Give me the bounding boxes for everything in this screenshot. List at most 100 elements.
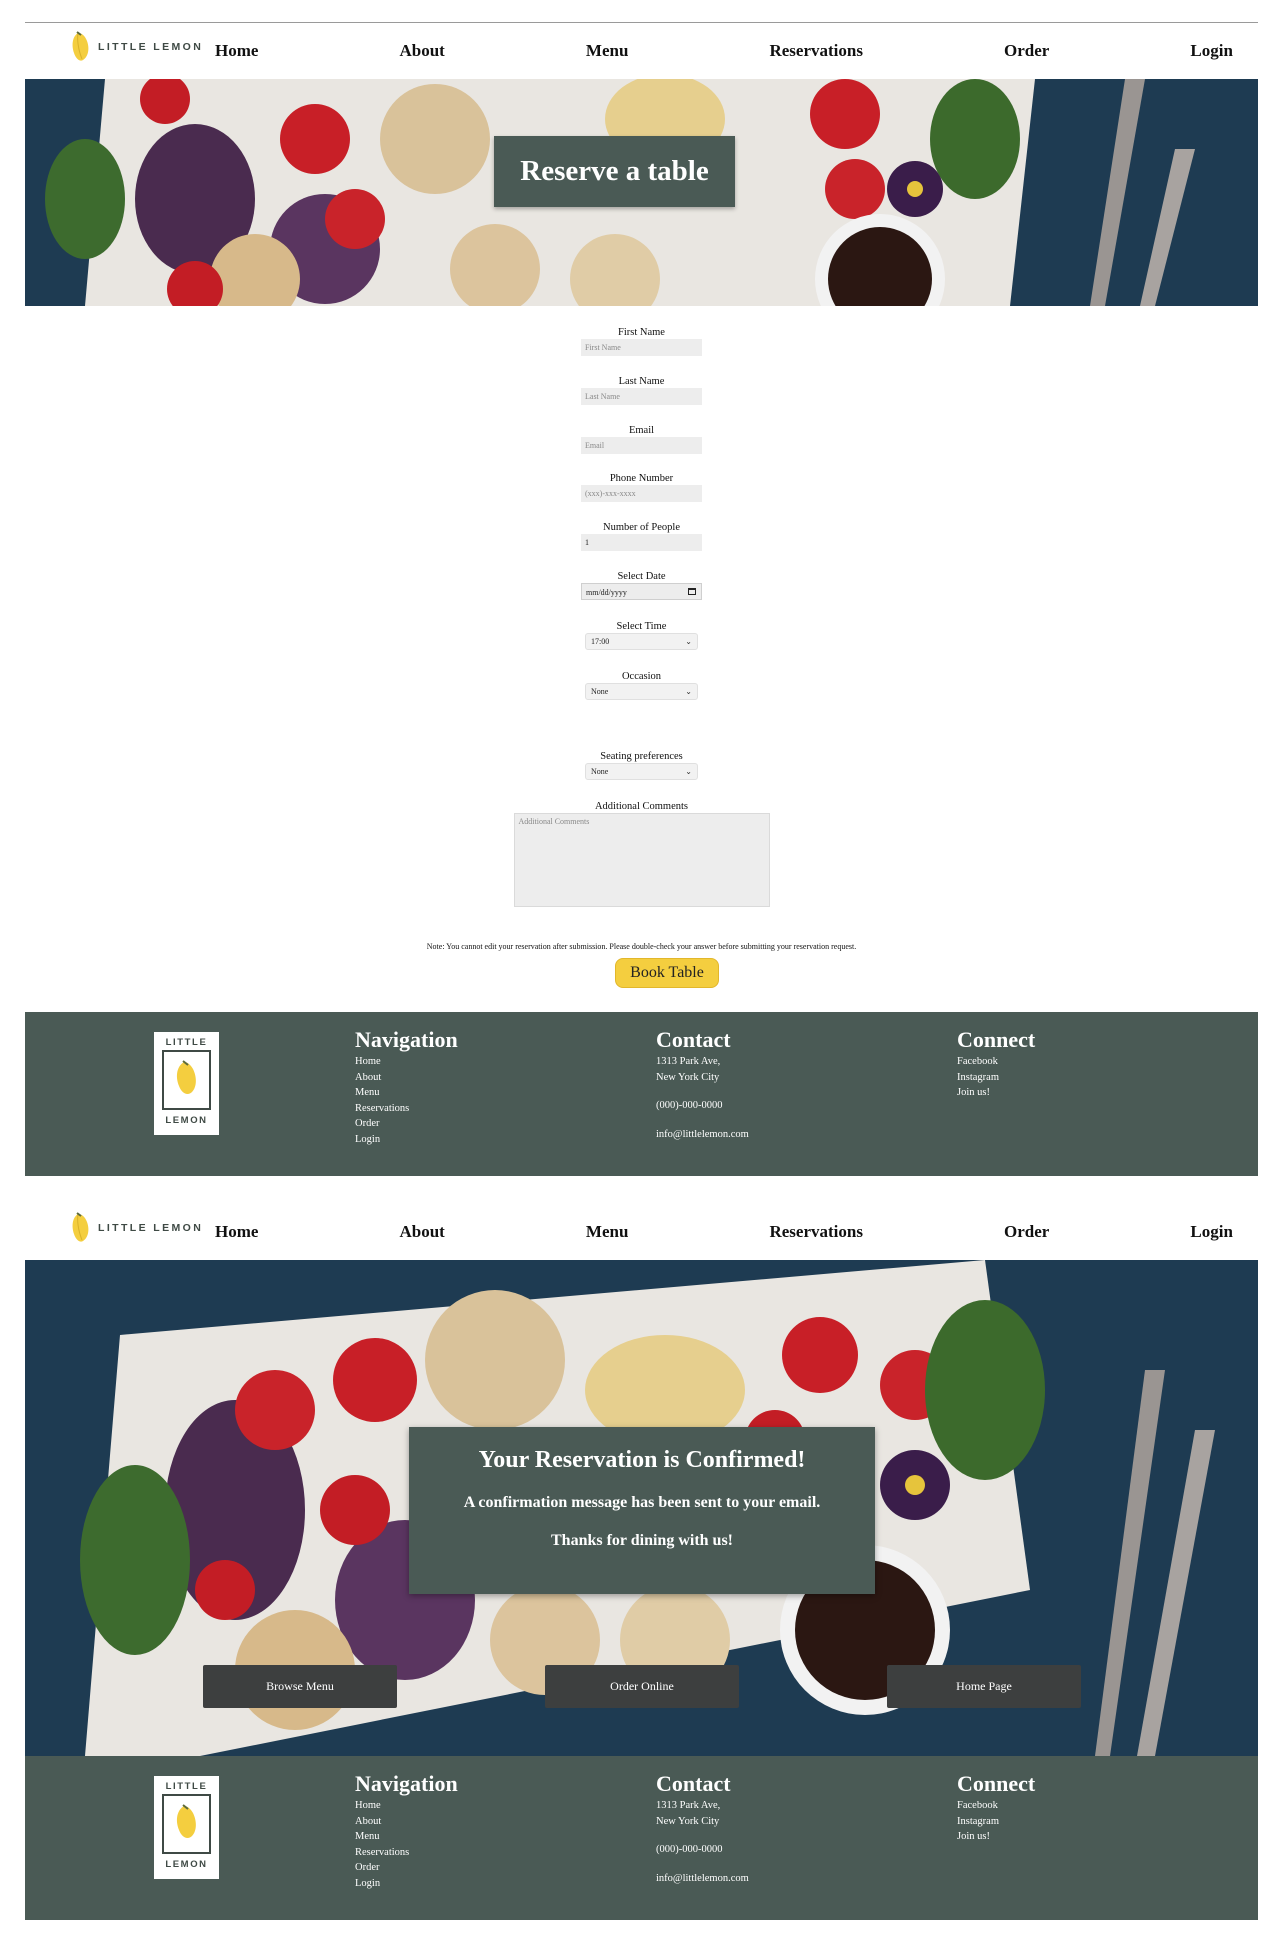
footer-link-facebook[interactable]: Facebook: [957, 1798, 1035, 1814]
date-value: mm/dd/yyyy: [586, 588, 627, 597]
date-field: Select Date mm/dd/yyyy: [25, 571, 1258, 600]
logo[interactable]: LITTLE LEMON: [70, 31, 203, 63]
footer-link-about[interactable]: About: [355, 1814, 458, 1830]
footer-link-reservations[interactable]: Reservations: [355, 1845, 458, 1861]
footer-spacer: [656, 1085, 749, 1098]
footer-nav-title: Navigation: [355, 1027, 458, 1052]
footer-nav-title: Navigation: [355, 1771, 458, 1796]
phone-label: Phone Number: [609, 473, 674, 484]
time-label: Select Time: [616, 621, 667, 632]
confirmation-page: LITTLE LEMON Home About Menu Reservation…: [25, 1204, 1258, 1920]
confirmation-hero: Your Reservation is Confirmed! A confirm…: [25, 1260, 1258, 1756]
footer-link-menu[interactable]: Menu: [355, 1829, 458, 1845]
site-footer: LITTLE LEMON Navigation Home About Menu …: [25, 1012, 1258, 1176]
footer-phone: (000)-000-0000: [656, 1844, 723, 1855]
confirmation-message: A confirmation message has been sent to …: [463, 1494, 821, 1511]
date-label: Select Date: [617, 571, 666, 582]
nav-reservations[interactable]: Reservations: [769, 41, 862, 61]
hero-banner: Reserve a table: [25, 79, 1258, 306]
occasion-select[interactable]: None ⌄: [585, 683, 698, 700]
seating-field: Seating preferences None ⌄: [25, 751, 1258, 780]
nav-menu[interactable]: Menu: [586, 41, 629, 61]
main-nav: Home About Menu Reservations Order Login: [215, 1204, 1233, 1260]
footer-address-line1: 1313 Park Ave,: [656, 1056, 721, 1067]
nav-about[interactable]: About: [400, 1222, 445, 1242]
people-input[interactable]: 1: [581, 534, 702, 551]
footer-link-order[interactable]: Order: [355, 1860, 458, 1876]
lemon-icon: [176, 1060, 196, 1094]
comments-textarea[interactable]: Additional Comments: [513, 813, 770, 907]
logo-text: LITTLE LEMON: [98, 41, 204, 53]
last-name-input[interactable]: Last Name: [581, 388, 702, 405]
logo[interactable]: LITTLE LEMON: [70, 1212, 203, 1244]
footer-link-join[interactable]: Join us!: [957, 1829, 1035, 1845]
occasion-value: None: [591, 687, 609, 696]
footer-email[interactable]: info@littlelemon.com: [656, 1871, 749, 1887]
footer-address-line2: New York City: [656, 1071, 720, 1083]
footer-link-instagram[interactable]: Instagram: [957, 1070, 1035, 1086]
footer-link-instagram[interactable]: Instagram: [957, 1814, 1035, 1830]
footer-logo[interactable]: LITTLE LEMON: [154, 1032, 219, 1135]
phone-input[interactable]: (xxx)-xxx-xxxx: [581, 485, 702, 502]
nav-home[interactable]: Home: [215, 1222, 258, 1242]
footer-connect-title: Connect: [957, 1771, 1036, 1796]
footer-logo-top: LITTLE: [165, 1781, 208, 1792]
email-label: Email: [628, 425, 655, 436]
footer-link-login[interactable]: Login: [355, 1132, 458, 1148]
footer-connect: Connect Facebook Instagram Join us!: [957, 1772, 1035, 1845]
nav-order[interactable]: Order: [1004, 41, 1049, 61]
footer-address-line2: New York City: [656, 1815, 720, 1827]
footer-connect: Connect Facebook Instagram Join us!: [957, 1028, 1035, 1101]
nav-reservations[interactable]: Reservations: [769, 1222, 862, 1242]
footer-logo-frame: [162, 1050, 211, 1110]
nav-login[interactable]: Login: [1190, 1222, 1233, 1242]
footer-link-join[interactable]: Join us!: [957, 1085, 1035, 1101]
people-field: Number of People 1: [25, 522, 1258, 551]
footer-link-menu[interactable]: Menu: [355, 1085, 458, 1101]
first-name-input[interactable]: First Name: [581, 339, 702, 356]
reservation-form: First Name First Name Last Name Last Nam…: [25, 306, 1258, 1012]
footer-link-facebook[interactable]: Facebook: [957, 1054, 1035, 1070]
footer-logo-frame: [162, 1794, 211, 1854]
footer-link-login[interactable]: Login: [355, 1876, 458, 1892]
first-name-field: First Name First Name: [25, 327, 1258, 356]
footer-link-reservations[interactable]: Reservations: [355, 1101, 458, 1117]
seating-select[interactable]: None ⌄: [585, 763, 698, 780]
lemon-icon: [72, 1212, 89, 1242]
nav-order[interactable]: Order: [1004, 1222, 1049, 1242]
browse-menu-button[interactable]: Browse Menu: [203, 1665, 397, 1708]
footer-phone: (000)-000-0000: [656, 1100, 723, 1111]
hero-title: Reserve a table: [494, 136, 735, 207]
footer-contact: Contact 1313 Park Ave, New York City (00…: [656, 1028, 749, 1142]
nav-about[interactable]: About: [400, 41, 445, 61]
lemon-icon: [72, 31, 89, 61]
people-label: Number of People: [603, 522, 680, 533]
order-online-button[interactable]: Order Online: [545, 1665, 739, 1708]
time-select[interactable]: 17:00 ⌄: [585, 633, 698, 650]
footer-logo[interactable]: LITTLE LEMON: [154, 1776, 219, 1879]
footer-email[interactable]: info@littlelemon.com: [656, 1127, 749, 1143]
confirmation-title: Your Reservation is Confirmed!: [478, 1447, 806, 1473]
confirmation-thanks: Thanks for dining with us!: [551, 1532, 733, 1549]
footer-spacer: [656, 1858, 749, 1871]
last-name-label: Last Name: [618, 376, 665, 387]
footer-link-home[interactable]: Home: [355, 1054, 458, 1070]
footer-navigation: Navigation Home About Menu Reservations …: [355, 1772, 458, 1891]
seating-value: None: [591, 767, 609, 776]
comments-label: Additional Comments: [594, 801, 689, 812]
nav-home[interactable]: Home: [215, 41, 258, 61]
calendar-icon[interactable]: [688, 588, 696, 595]
footer-link-order[interactable]: Order: [355, 1116, 458, 1132]
footer-link-home[interactable]: Home: [355, 1798, 458, 1814]
nav-menu[interactable]: Menu: [586, 1222, 629, 1242]
footer-contact: Contact 1313 Park Ave, New York City (00…: [656, 1772, 749, 1886]
site-footer: LITTLE LEMON Navigation Home About Menu …: [25, 1756, 1258, 1920]
book-table-button[interactable]: Book Table: [615, 958, 719, 988]
home-page-button[interactable]: Home Page: [887, 1665, 1081, 1708]
email-input[interactable]: Email: [581, 437, 702, 454]
date-input[interactable]: mm/dd/yyyy: [581, 583, 702, 600]
footer-link-about[interactable]: About: [355, 1070, 458, 1086]
footer-connect-title: Connect: [957, 1027, 1036, 1052]
nav-login[interactable]: Login: [1190, 41, 1233, 61]
occasion-field: Occasion None ⌄: [25, 671, 1258, 700]
